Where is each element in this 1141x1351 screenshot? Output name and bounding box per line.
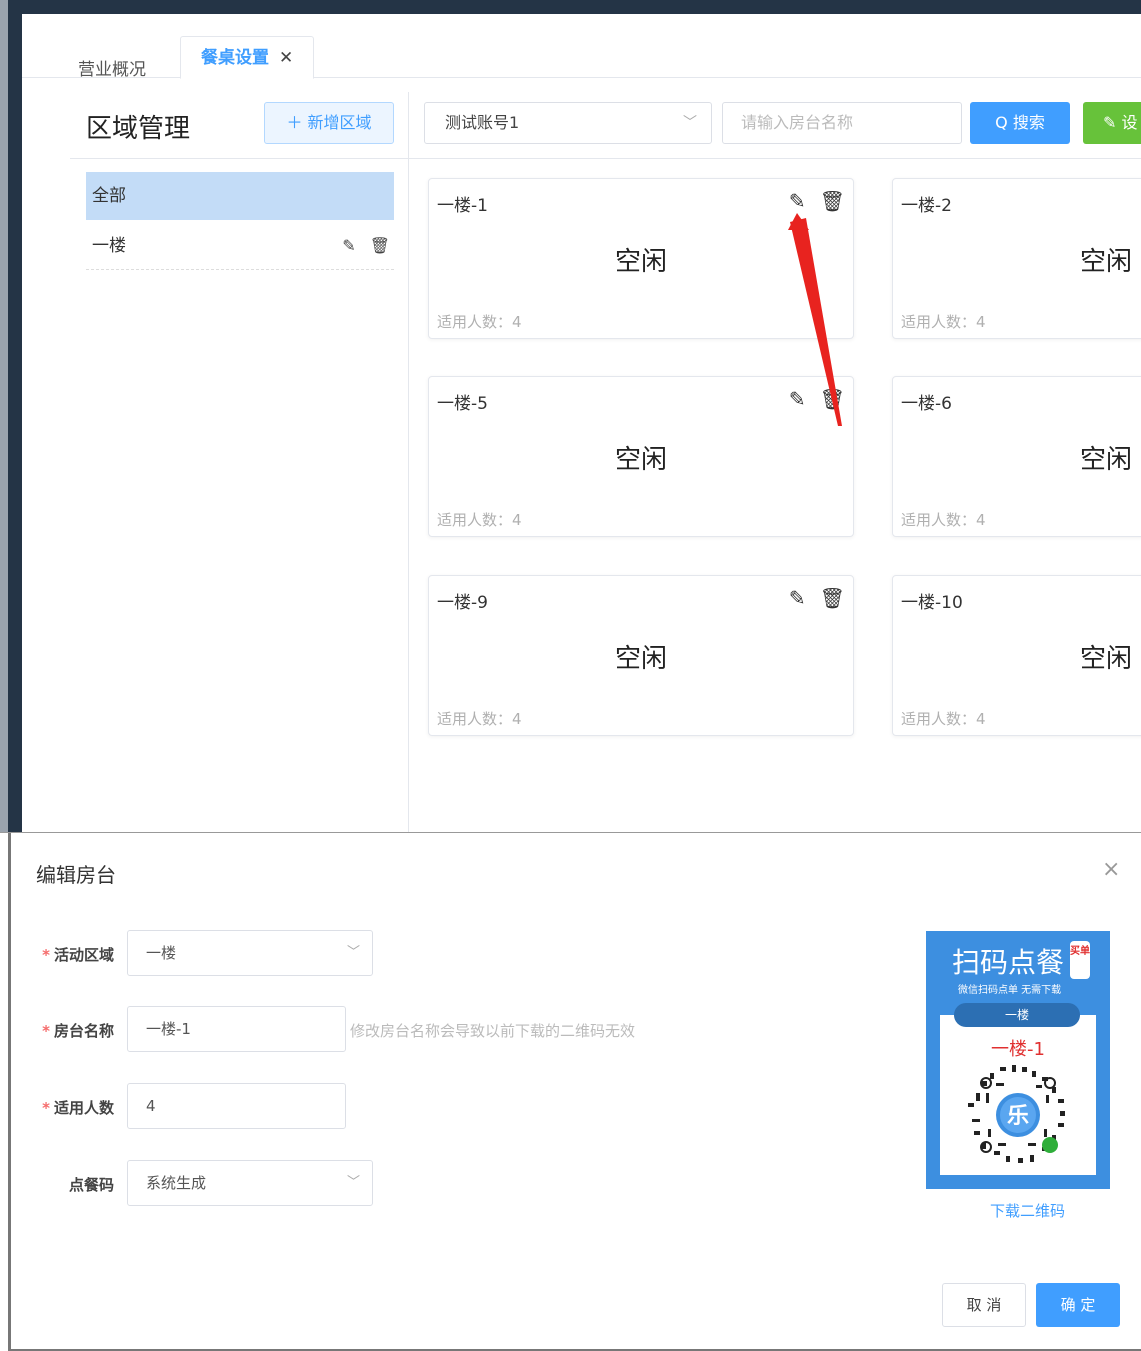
chevron-down-icon: ﹀: [346, 1175, 360, 1190]
table-name: 一楼-9: [437, 593, 488, 613]
required-mark: *: [42, 1099, 50, 1117]
qr-table-name: 一楼-1: [991, 1039, 1045, 1060]
sidebar-item-label: 全部: [92, 186, 126, 206]
divider: [70, 158, 1141, 159]
tab-table-settings[interactable]: 餐桌设置 ✕: [180, 36, 315, 79]
edit-icon[interactable]: ✎: [342, 236, 355, 255]
edit-icon[interactable]: ✎: [789, 387, 806, 411]
name-label: * 房台名称: [0, 1020, 114, 1041]
edit-table-dialog: 编辑房台 × * 活动区域 一楼 ﹀ * 房台名称 一楼-1 修改房台名称会导致以前…: [0, 832, 1141, 1351]
add-area-button[interactable]: ＋ 新增区域: [264, 102, 394, 144]
sidebar-item-floor1[interactable]: 一楼 ✎ 🗑: [86, 222, 394, 270]
table-status: 空闲: [1079, 445, 1132, 475]
top-header-bar: [22, 0, 1141, 14]
table-status: 空闲: [1079, 247, 1132, 277]
table-name: 一楼-5: [437, 394, 488, 414]
trash-icon[interactable]: 🗑: [370, 236, 390, 255]
required-mark: *: [42, 946, 50, 964]
table-capacity: 适用人数：4: [901, 511, 986, 529]
table-capacity: 适用人数：4: [437, 511, 522, 529]
tab-label: 营业概况: [78, 60, 146, 80]
table-status: 空闲: [614, 644, 667, 674]
search-button[interactable]: Q 搜索: [970, 102, 1070, 144]
close-icon[interactable]: ✕: [279, 48, 293, 68]
download-qr-link[interactable]: 下载二维码: [990, 1200, 1065, 1221]
search-input[interactable]: 请输入房台名称: [722, 102, 962, 144]
table-name-input[interactable]: 一楼-1: [127, 1006, 346, 1052]
svg-text:乐: 乐: [1007, 1104, 1029, 1129]
order-code-value: 系统生成: [146, 1174, 207, 1192]
table-capacity: 适用人数：4: [901, 710, 986, 728]
window-edge: [0, 0, 8, 832]
sidebar-item-all[interactable]: 全部: [86, 172, 394, 220]
table-name: 一楼-2: [901, 196, 952, 216]
table-card[interactable]: 一楼-5 ✎ 🗑 空闲 适用人数：4: [428, 376, 854, 537]
qr-preview-card: 扫码点餐 买单 微信扫码点单 无需下载 一楼-1 乐 一楼: [926, 931, 1110, 1189]
sidebar-item-label: 一楼: [92, 236, 126, 256]
qr-panel: 一楼-1 乐: [940, 1015, 1096, 1175]
table-card[interactable]: 一楼-6 空闲 适用人数：4: [892, 376, 1141, 537]
order-code-label: 点餐码: [68, 1176, 114, 1194]
tab-business-overview[interactable]: 营业概况: [62, 48, 162, 92]
table-capacity: 适用人数：4: [437, 313, 522, 331]
qr-code-image: 乐: [968, 1065, 1065, 1163]
cancel-button[interactable]: 取 消: [942, 1283, 1026, 1327]
divider: [408, 92, 409, 832]
name-hint: 修改房台名称会导致以前下载的二维码无效: [350, 1022, 636, 1040]
table-card[interactable]: 一楼-9 ✎ 🗑 空闲 适用人数：4: [428, 575, 854, 736]
qr-subtitle: 微信扫码点单 无需下载: [958, 985, 1062, 996]
table-status: 空闲: [614, 247, 667, 277]
page-title: 区域管理: [86, 114, 191, 144]
area-label-text: 活动区域: [53, 946, 114, 964]
table-settings-screen: 营业概况 餐桌设置 ✕ 区域管理 ＋ 新增区域 全部 一楼 ✎ 🗑 测试账号1 ﹀ …: [0, 0, 1141, 832]
settings-button[interactable]: ✎ 设: [1083, 102, 1141, 144]
trash-icon[interactable]: 🗑: [820, 189, 845, 213]
window-edge: [8, 833, 11, 1351]
area-select[interactable]: 一楼 ﹀: [127, 930, 373, 976]
area-label: * 活动区域: [0, 944, 114, 965]
account-select[interactable]: 测试账号1 ﹀: [424, 102, 712, 144]
edit-icon[interactable]: ✎: [789, 189, 806, 213]
edit-icon[interactable]: ✎: [789, 586, 806, 610]
trash-icon[interactable]: 🗑: [820, 586, 845, 610]
order-code-select[interactable]: 系统生成 ﹀: [127, 1160, 373, 1206]
capacity-label-text: 适用人数: [53, 1099, 114, 1117]
close-icon[interactable]: ×: [1102, 857, 1120, 882]
chevron-down-icon: ﹀: [683, 115, 697, 131]
table-card[interactable]: 一楼-1 ✎ 🗑 空闲 适用人数：4: [428, 178, 854, 339]
tab-label: 餐桌设置: [201, 48, 269, 68]
capacity-input[interactable]: 4: [127, 1083, 346, 1129]
tab-bar: 营业概况 餐桌设置 ✕: [22, 14, 1141, 80]
table-capacity: 适用人数：4: [901, 313, 986, 331]
table-name: 一楼-6: [901, 394, 952, 414]
qr-badge: 买单: [1070, 941, 1090, 979]
table-status: 空闲: [614, 445, 667, 475]
capacity-label: * 适用人数: [0, 1097, 114, 1118]
qr-area-pill: 一楼: [954, 1003, 1080, 1027]
account-select-value: 测试账号1: [445, 113, 520, 132]
table-status: 空闲: [1079, 644, 1132, 674]
chevron-down-icon: ﹀: [346, 945, 360, 960]
side-nav-strip: [8, 0, 22, 832]
table-name: 一楼-1: [437, 196, 488, 216]
table-capacity: 适用人数：4: [437, 710, 522, 728]
table-card[interactable]: 一楼-2 空闲 适用人数：4: [892, 178, 1141, 339]
required-mark: *: [42, 1022, 50, 1040]
dialog-title: 编辑房台: [36, 863, 116, 887]
table-name: 一楼-10: [901, 593, 963, 613]
trash-icon[interactable]: 🗑: [820, 387, 845, 411]
table-card[interactable]: 一楼-10 空闲 适用人数：4: [892, 575, 1141, 736]
name-label-text: 房台名称: [53, 1022, 114, 1040]
qr-title: 扫码点餐: [952, 946, 1065, 979]
area-select-value: 一楼: [146, 944, 177, 962]
confirm-button[interactable]: 确 定: [1036, 1283, 1120, 1327]
